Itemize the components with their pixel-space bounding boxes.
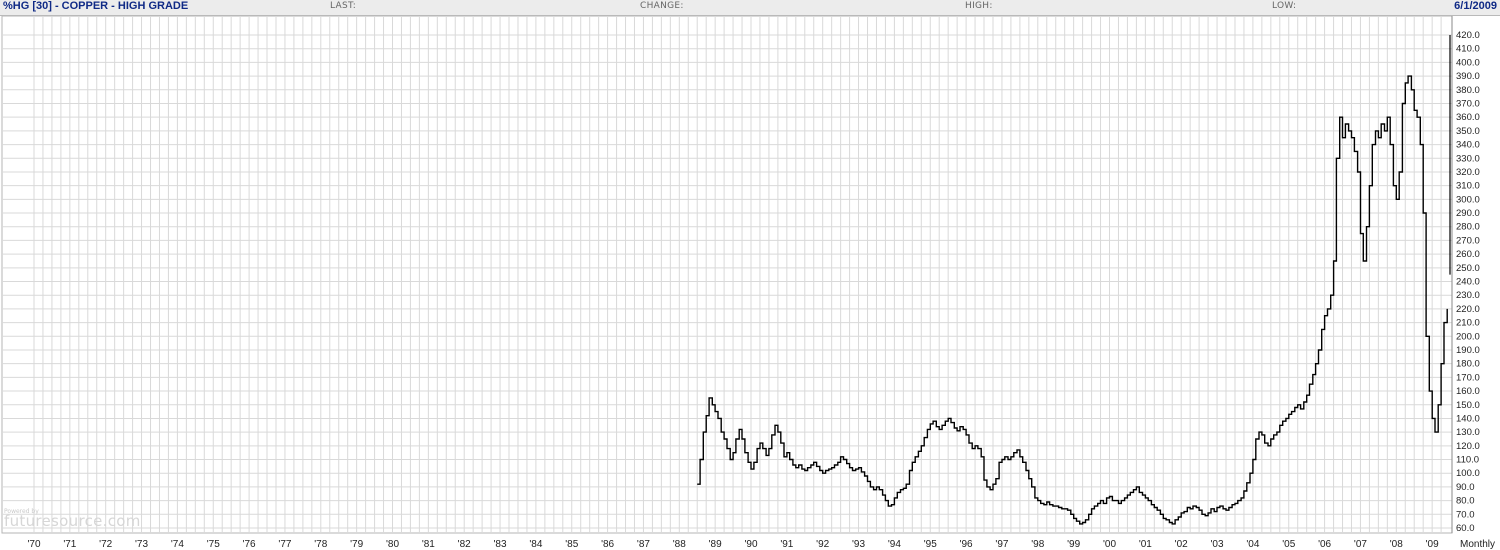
- x-tick-label: '99: [1067, 539, 1080, 550]
- x-tick-label: '09: [1426, 539, 1439, 550]
- x-tick-label: '07: [1354, 539, 1367, 550]
- chart-title: %HG [30] - COPPER - HIGH GRADE: [3, 0, 189, 12]
- futuresource-watermark: Powered by futuresource.com: [4, 508, 144, 532]
- y-tick-label: 60.0: [1456, 523, 1475, 534]
- x-tick-label: '70: [27, 539, 40, 550]
- y-tick-label: 410.0: [1456, 44, 1480, 55]
- y-tick-label: 280.0: [1456, 222, 1480, 233]
- x-tick-label: '95: [924, 539, 937, 550]
- x-tick-label: '01: [1139, 539, 1152, 550]
- y-tick-label: 370.0: [1456, 98, 1480, 109]
- x-tick-label: '86: [601, 539, 614, 550]
- x-tick-label: '84: [529, 539, 542, 550]
- high-label: HIGH:: [965, 1, 993, 11]
- y-tick-label: 320.0: [1456, 167, 1480, 178]
- y-tick-label: 200.0: [1456, 331, 1480, 342]
- y-tick-label: 140.0: [1456, 413, 1480, 424]
- x-tick-label: '75: [207, 539, 220, 550]
- x-tick-label: '72: [99, 539, 112, 550]
- y-tick-label: 220.0: [1456, 304, 1480, 315]
- x-tick-label: '98: [1031, 539, 1044, 550]
- y-tick-label: 130.0: [1456, 427, 1480, 438]
- y-tick-label: 300.0: [1456, 194, 1480, 205]
- x-tick-label: '08: [1390, 539, 1403, 550]
- x-tick-label: '83: [494, 539, 507, 550]
- last-label: LAST:: [330, 1, 357, 11]
- y-tick-label: 330.0: [1456, 153, 1480, 164]
- x-tick-label: '76: [243, 539, 256, 550]
- x-tick-label: '85: [565, 539, 578, 550]
- y-tick-label: 170.0: [1456, 372, 1480, 383]
- x-tick-label: '87: [637, 539, 650, 550]
- y-tick-label: 120.0: [1456, 441, 1480, 452]
- y-tick-label: 100.0: [1456, 468, 1480, 479]
- y-tick-label: 230.0: [1456, 290, 1480, 301]
- x-tick-label: '82: [458, 539, 471, 550]
- y-tick-label: 350.0: [1456, 126, 1480, 137]
- x-tick-label: '88: [673, 539, 686, 550]
- x-tick-label: '94: [888, 539, 901, 550]
- y-tick-label: 70.0: [1456, 509, 1475, 520]
- y-tick-label: 160.0: [1456, 386, 1480, 397]
- y-tick-label: 110.0: [1456, 455, 1479, 466]
- x-tick-label: '91: [780, 539, 793, 550]
- y-tick-label: 340.0: [1456, 140, 1480, 151]
- brand-name: futuresource.com: [4, 512, 141, 530]
- x-tick-label: '89: [709, 539, 722, 550]
- y-tick-label: 210.0: [1456, 318, 1480, 329]
- low-label: LOW:: [1272, 1, 1297, 11]
- x-tick-label: '78: [314, 539, 327, 550]
- y-tick-label: 380.0: [1456, 85, 1480, 96]
- y-tick-label: 400.0: [1456, 57, 1480, 68]
- y-tick-label: 360.0: [1456, 112, 1480, 123]
- x-tick-label: '05: [1282, 539, 1295, 550]
- y-tick-label: 260.0: [1456, 249, 1480, 260]
- y-tick-label: 240.0: [1456, 277, 1480, 288]
- x-tick-label: '92: [816, 539, 829, 550]
- y-tick-label: 190.0: [1456, 345, 1480, 356]
- y-tick-label: 310.0: [1456, 181, 1480, 192]
- period-label: Monthly: [1460, 539, 1495, 550]
- y-tick-label: 180.0: [1456, 359, 1480, 370]
- y-tick-label: 270.0: [1456, 235, 1480, 246]
- x-tick-label: '93: [852, 539, 865, 550]
- x-tick-label: '03: [1211, 539, 1224, 550]
- y-tick-label: 290.0: [1456, 208, 1480, 219]
- x-tick-label: '79: [350, 539, 363, 550]
- change-label: CHANGE:: [640, 1, 684, 11]
- y-tick-label: 150.0: [1456, 400, 1480, 411]
- y-tick-label: 390.0: [1456, 71, 1480, 82]
- x-tick-label: '73: [135, 539, 148, 550]
- x-tick-label: '71: [63, 539, 76, 550]
- x-tick-label: '74: [171, 539, 184, 550]
- chart-header: %HG [30] - COPPER - HIGH GRADE LAST: CHA…: [0, 0, 1500, 16]
- x-tick-label: '00: [1103, 539, 1116, 550]
- y-tick-label: 90.0: [1456, 482, 1475, 493]
- price-chart: 60.0 70.0 80.0 90.0 100.0 110.0 120.0 130.0 140.…: [1, 16, 1495, 550]
- x-tick-label: '97: [995, 539, 1008, 550]
- y-tick-label: 420.0: [1456, 30, 1480, 41]
- x-tick-label: '90: [744, 539, 757, 550]
- x-tick-label: '06: [1318, 539, 1331, 550]
- y-tick-label: 250.0: [1456, 263, 1480, 274]
- x-tick-label: '04: [1246, 539, 1259, 550]
- chart-date: 6/1/2009: [1454, 0, 1497, 12]
- x-tick-label: '02: [1175, 539, 1188, 550]
- x-tick-label: '80: [386, 539, 399, 550]
- x-tick-label: '96: [960, 539, 973, 550]
- y-tick-label: 80.0: [1456, 496, 1475, 507]
- x-tick-label: '77: [278, 539, 291, 550]
- x-tick-label: '81: [422, 539, 435, 550]
